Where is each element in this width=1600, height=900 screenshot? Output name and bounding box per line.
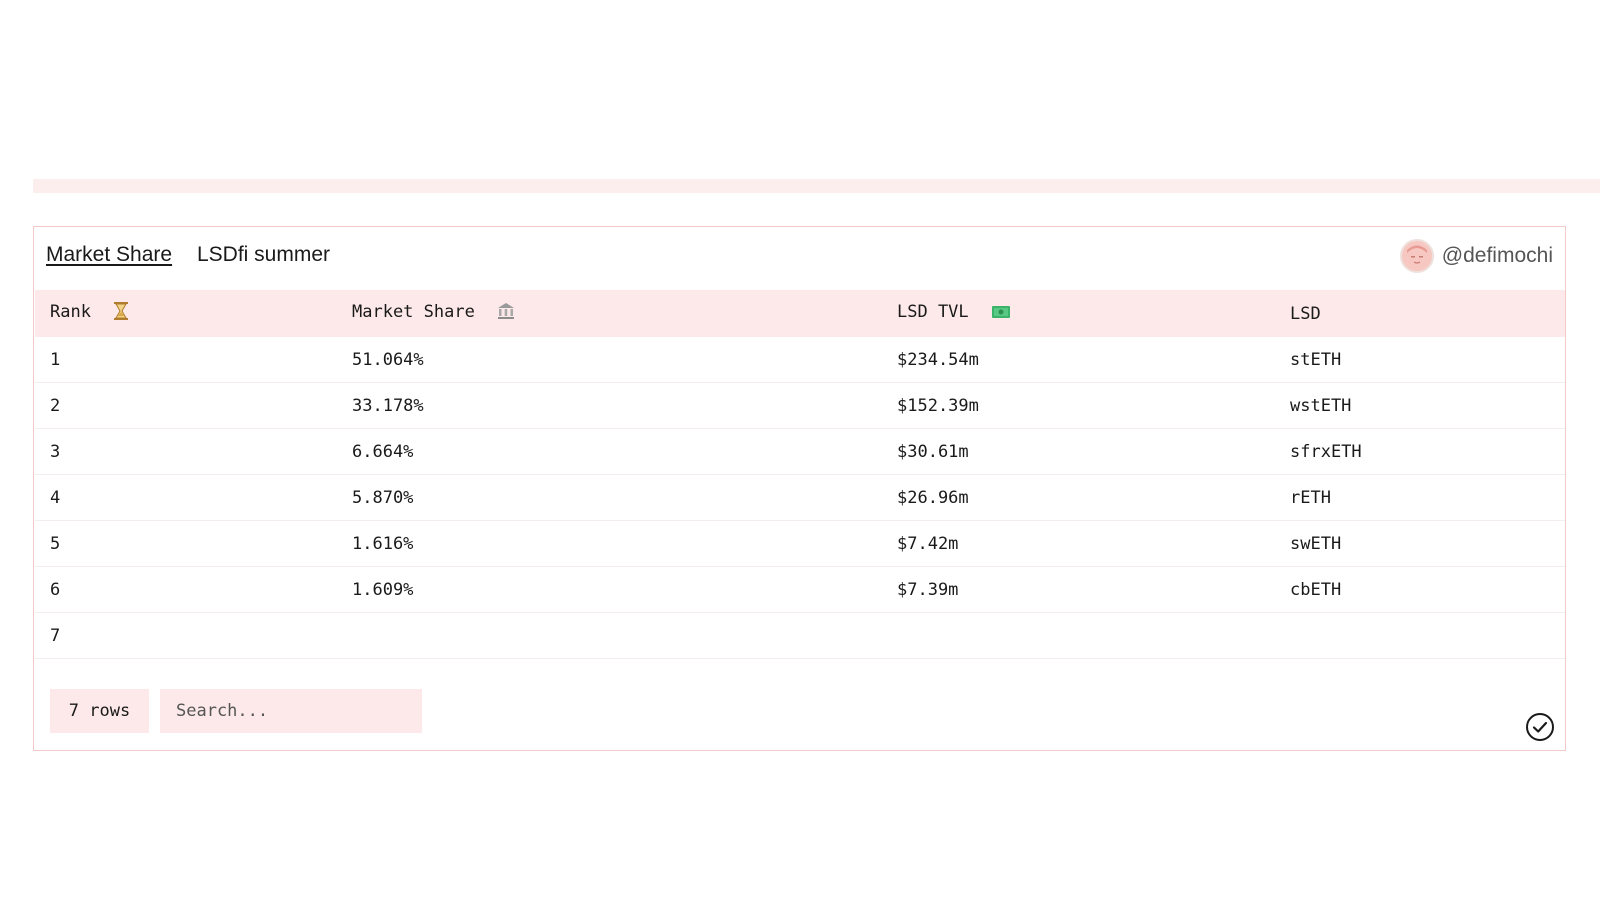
cell-market-share: 5.870% [337,474,882,521]
table-header-row: Rank Market Share LSD TVL LSD [35,290,1565,337]
cell-market-share [337,612,882,659]
cell-lsd-tvl: $7.42m [882,520,1275,567]
cell-rank: 7 [35,612,337,659]
cell-lsd-tvl: $152.39m [882,382,1275,429]
column-header-rank[interactable]: Rank [35,290,337,337]
cell-lsd-tvl: $234.54m [882,337,1275,383]
cell-lsd: cbETH [1275,566,1565,613]
top-divider-band [33,179,1600,193]
tab-market-share[interactable]: Market Share [46,243,172,267]
cell-lsd-tvl: $26.96m [882,474,1275,521]
table-row: 3 6.664% $30.61m sfrxETH [35,428,1565,475]
search-input[interactable] [160,689,422,733]
money-icon [991,304,1011,325]
cell-lsd: swETH [1275,520,1565,567]
cell-rank: 4 [35,474,337,521]
table-row: 4 5.870% $26.96m rETH [35,474,1565,521]
bank-icon [497,302,515,325]
cell-market-share: 51.064% [337,337,882,383]
column-header-lsd-tvl[interactable]: LSD TVL [882,290,1275,337]
cell-rank: 3 [35,428,337,475]
column-header-market-share[interactable]: Market Share [337,290,882,337]
cell-market-share: 6.664% [337,428,882,475]
cell-lsd: rETH [1275,474,1565,521]
row-count-badge: 7 rows [50,689,149,733]
cell-market-share: 33.178% [337,382,882,429]
check-circle-icon[interactable] [1525,712,1555,742]
cell-lsd-tvl: $7.39m [882,566,1275,613]
table-row: 7 [35,612,1565,659]
cell-rank: 5 [35,520,337,567]
column-header-lsd[interactable]: LSD [1275,290,1565,337]
cell-lsd-tvl: $30.61m [882,428,1275,475]
cell-market-share: 1.616% [337,520,882,567]
cell-market-share: 1.609% [337,566,882,613]
cell-rank: 6 [35,566,337,613]
author-link[interactable]: @defimochi [1399,239,1553,273]
cell-lsd: stETH [1275,337,1565,383]
table-row: 6 1.609% $7.39m cbETH [35,566,1565,613]
card-header: Market Share LSDfi summer @defimochi [34,227,1565,289]
cell-rank: 1 [35,337,337,383]
cell-lsd: wstETH [1275,382,1565,429]
market-share-table: Rank Market Share LSD TVL LSD 1 51.064% … [35,290,1565,659]
author-name: @defimochi [1441,244,1553,267]
hourglass-icon [113,302,129,325]
cell-lsd-tvl [882,612,1275,659]
dashboard-title: LSDfi summer [197,243,331,266]
query-result-card: Market Share LSDfi summer @defimochi Ran… [33,226,1566,751]
cell-lsd: sfrxETH [1275,428,1565,475]
avatar [1399,239,1434,273]
cell-rank: 2 [35,382,337,429]
table-row: 5 1.616% $7.42m swETH [35,520,1565,567]
table-row: 1 51.064% $234.54m stETH [35,337,1565,383]
cell-lsd [1275,612,1565,659]
table-row: 2 33.178% $152.39m wstETH [35,382,1565,429]
